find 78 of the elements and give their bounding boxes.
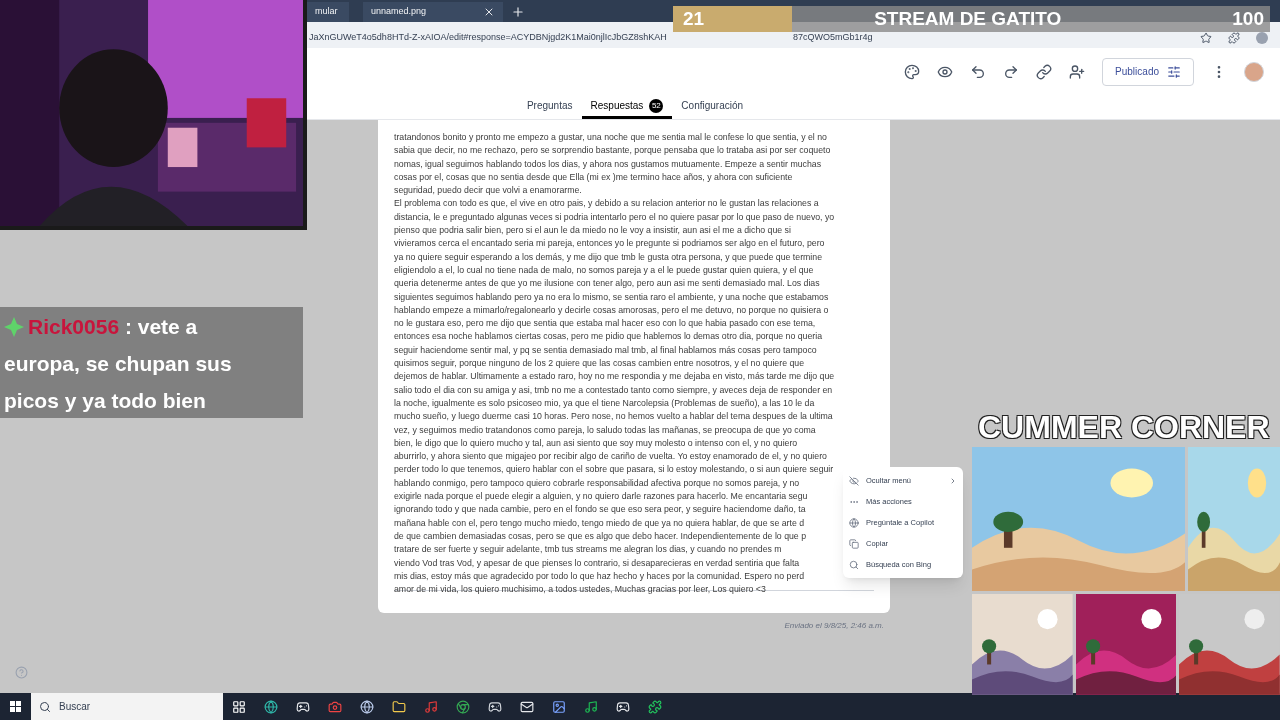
answer-line: no le gustara eso, pero me dijo que sentia que estaba mal hacer eso con lo que habia pasado con ese tema, (394, 317, 816, 331)
answer-line: entonces esa noche hablamos ciertas cosas, pero me pidio que hablemos lo demas otro dia, porque no queria (394, 330, 823, 344)
close-icon[interactable] (483, 6, 495, 18)
answer-line: tratandonos bonito y pronto me empezo a gustar, una noche que me sentia mal le confese lo que sentia, y el no (394, 131, 827, 144)
sparkle-icon (4, 317, 24, 337)
answer-line: mañana hable con el, pero tengo mucho miedo, tengo miedo de que ya no quiera hablar, de que se arte d (394, 516, 805, 530)
answer-line: de que cambien demasiadas cosas, pero se que es algo que debo hacer. Independientemente de lo que p (394, 529, 807, 543)
answer-line: distancia, le e preguntado algunas veces si podria intentarlo pero el no quiere pasar por lo que paso de nuevo, yo (394, 210, 835, 224)
answer-line: El problema con todo es que, el vive en otro pais, y debido a su relacion anterior no le gustan las relaciones a (394, 197, 819, 211)
goal-title: STREAM DE GATITO (874, 6, 1062, 31)
answer-line: vez, y seguimos medio tratandonos como pareja, lo saludo todas las mañanas, se preocupa de que yo coma (394, 423, 816, 437)
browser-tab[interactable]: unnamed.png (363, 2, 503, 22)
answer-line: seguridad, puedo decir que volvi a enamorarme. (394, 184, 582, 198)
star-icon[interactable] (1200, 32, 1212, 44)
new-tab-icon[interactable] (511, 5, 525, 19)
image-icon[interactable] (552, 699, 566, 714)
undo-icon[interactable] (970, 63, 987, 80)
palette-icon[interactable] (904, 63, 921, 80)
answer-line: quisimos seguir, porque ninguno de los 2 quiere que las cosas cambien entre nosotros, y el no quiere que (394, 357, 805, 371)
copy-icon (849, 538, 859, 549)
answer-line: hablando conmigo, pero tampoco quiero cobrarle responsabilidad afectiva porque no somos pareja, y no (394, 476, 800, 490)
answer-line: vivieramos cerca el encantado seria mi pareja, entonces yo le pregunte si podriamos ser algo en el futuro, pero (394, 237, 825, 251)
corner-title: CUMMER CORNER (978, 408, 1270, 447)
submitted-date: Enviado el 9/8/25, 2:46 a.m. (784, 620, 884, 633)
task-view-icon[interactable] (232, 699, 246, 714)
game-icon[interactable] (296, 699, 310, 714)
sliders-icon (1167, 64, 1181, 79)
gamepad-icon[interactable] (488, 699, 502, 714)
answer-line: la noche, igualmente es solo psicoseo mio, ya que el tiene Narcolepsia (Problemas de sueño), a las 10 le da (394, 396, 815, 410)
answer-line: sabia que decir, no me rechazo, pero se sorprendio bastante, porque pensaba que lo trataba asi por ser coqueto (394, 144, 831, 158)
answer-line: ya no quiere seguir esperando a los demás, y me dijo que tmb le gusta otra persona, y que puede que termine (394, 250, 823, 264)
search-field[interactable]: Buscar (31, 693, 223, 720)
browser-tab[interactable]: mular (307, 2, 349, 22)
answer-line: ignorando todo y que nada cambie, pero en el fondo se que eso sera peor, y seguire haciendome daño, ta (394, 503, 806, 517)
globe-icon[interactable] (360, 699, 374, 714)
count-badge: 52 (649, 98, 664, 113)
publish-button[interactable]: Publicado (1102, 57, 1194, 86)
answer-line: bien, le digo que lo quiero mucho y tal, aun asi siento que soy muy molesto o intenso con el, y no quiero (394, 436, 798, 450)
answer-line: queria detenerme antes de que yo me ilusione con tener algo, pero aun asi me senti demasiado mal. Los dias (394, 277, 820, 291)
answer-line: seguir haciendome sentir mal, y pq se sentia demasiado mal tmb, al final hablamos más cosas pero tampoco (394, 343, 817, 357)
hide-icon (849, 475, 859, 486)
form-tab[interactable]: Preguntas (517, 95, 582, 119)
address-text[interactable]: JaXnGUWeT4o5dh8HTd-Z-xAIOA/edit#response=ACYDBNjgd2K1Mai0njlIcJbGZ8shKAH (309, 30, 793, 44)
answer-line: cosas por el, cosas que no sentia desde que Ella (mi ex )me termino hace años, y ahora con suficiente (394, 170, 793, 184)
answer-line: mis dias, estoy más que agradecido por todo lo que haz hecho y haces por la comunidad. Espero no perd (394, 569, 805, 583)
music-icon[interactable] (584, 699, 598, 714)
answer-line: salio todo el dia con su amiga y asi, tmb no me a contestado tanto como siempre, y aveces deja de responder en (394, 383, 833, 397)
camera-icon[interactable] (328, 699, 342, 714)
answer-line: tratare de ser fuerte y seguir adelante, tmb tus streams me alegran los dias, y cuando no prendes m (394, 543, 782, 557)
globe-icon (849, 517, 859, 528)
folder-icon[interactable] (392, 699, 406, 714)
address-text[interactable]: 87cQWO5mGb1r4g (793, 30, 873, 44)
form-tab[interactable]: Configuración (672, 95, 753, 119)
answer-line: exigirle nada porque el puede elegir a alguien, y no quiero darle razones para hacerlo. Me encantaria segu (394, 490, 808, 503)
search-icon (39, 700, 51, 713)
goal-target: 100 (1232, 6, 1264, 31)
answer-line: pienso que podria salir bien, pero si el aun le da miedo no le voy a insistir, aun asi el me a dicho que si (394, 224, 791, 238)
answer-line: siguientes seguimos hablando pero ya no era lo mismo, se sentia raro el ambiente, y una noche que estabamos (394, 290, 829, 304)
add-collaborator-icon[interactable] (1069, 63, 1086, 80)
search-icon (849, 559, 859, 570)
puzzle-icon[interactable] (1228, 32, 1240, 44)
answer-line: nomas, igual seguimos hablando todos los dias, y ahora nos gustamos mutuamente. Empeze a sentir muchas (394, 157, 822, 171)
answer-line: hablando empeze a mimarlo/regalonearlo y decirle cosas amorosas, pero el me detuvo, no porque no quisiera o (394, 303, 829, 317)
goal-count: 21 (683, 6, 705, 31)
puzzle-icon[interactable] (648, 699, 662, 714)
browser-icon[interactable] (264, 699, 278, 714)
answer-line: eligiendolo a el, lo cual no tiene nada de malo, no somos pareja y a el le puede gustar quien quiera, y el que (394, 263, 814, 277)
answer-line: aburrirlo, y ahora siento que migajeo por recibir algo de cariño de vuelta. Yo estoy enamorado de el, y no quiero (394, 450, 827, 464)
answer-line: viendo Vod tras Vod, y apesar de que pienses lo contrario, si desaparecieras en verdad sentiria que falta (394, 556, 800, 570)
link-icon[interactable] (1036, 63, 1053, 80)
redo-icon[interactable] (1003, 63, 1020, 80)
answer-line: dejemos de hablar. Ultimamente a estado raro, hoy no me respondia y me dejaba en visto, más tarde me dijo que (394, 370, 835, 384)
answer-line: amor de mi vida, los quiero muchisimo, a todos ustedes, Muchas gracias por leer, Los quiero <3 (394, 583, 766, 597)
chat-message: Rick0056 : vete a europa, se chupan sus picos y ya todo bien (0, 307, 303, 418)
answer-line: perder todo lo que tenemos, quiero hablar con el sobre que pasara, si lo estoy molestando, o si aun quiere seguir (394, 463, 834, 477)
mail-icon[interactable] (520, 699, 534, 714)
answer-line: mucho sueño, y luego duerme casi 10 horas. Pero nose, no hemos vuelto a hablar del tema despues de la ultima (394, 410, 833, 424)
music-icon[interactable] (424, 699, 438, 714)
